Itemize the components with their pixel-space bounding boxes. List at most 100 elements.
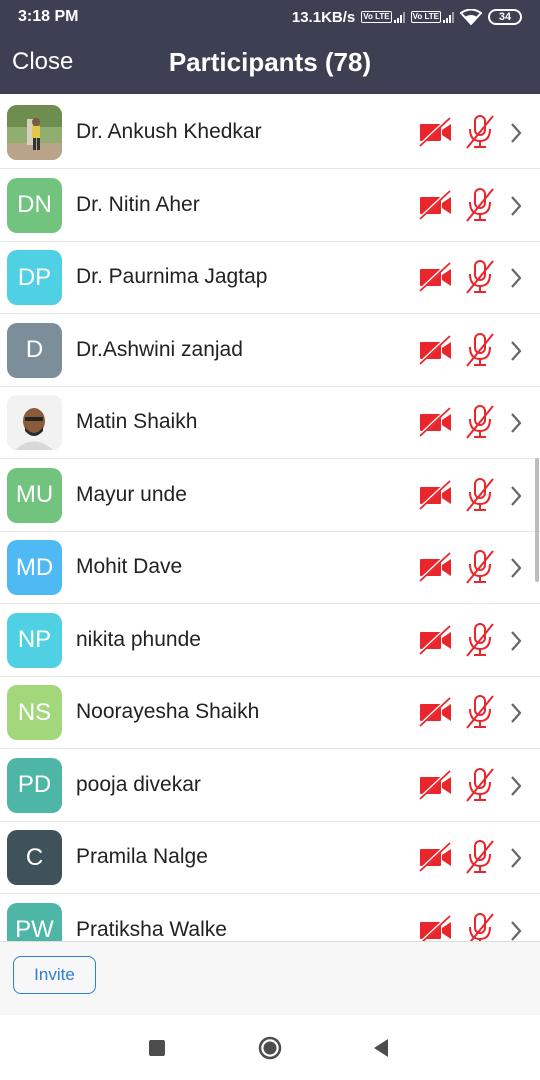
avatar-initials: MU [15, 481, 54, 508]
video-off-icon [418, 697, 451, 727]
home-icon[interactable] [258, 1036, 282, 1060]
wifi-icon [460, 9, 482, 25]
avatar: PD [7, 757, 62, 813]
footer-bar: Invite [0, 941, 540, 1015]
avatar-initials: NS [17, 698, 52, 726]
avatar-initials: D [25, 336, 44, 363]
recents-icon[interactable] [149, 1040, 165, 1056]
avatar: D [7, 322, 62, 378]
participant-name: Dr. Paurnima Jagtap [76, 265, 268, 288]
avatar: C [7, 830, 62, 885]
avatar-initials: NP [17, 626, 52, 653]
chevron-right-icon[interactable] [507, 846, 525, 870]
avatar: DN [7, 177, 62, 233]
participant-row[interactable]: DN Dr. Nitin Aher [0, 169, 540, 242]
participant-name: Pramila Nalge [76, 845, 208, 868]
participant-row[interactable]: NP nikita phunde [0, 604, 540, 677]
video-off-icon [418, 334, 451, 365]
video-off-icon [418, 624, 451, 655]
participant-row[interactable]: D Dr.Ashwini zanjad [0, 314, 540, 387]
scrollbar[interactable] [535, 458, 539, 582]
signal-icon: Vo LTE [361, 11, 405, 23]
chevron-right-icon[interactable] [507, 919, 525, 942]
video-off-icon [418, 407, 451, 437]
chevron-right-icon[interactable] [507, 339, 525, 363]
chevron-right-icon[interactable] [507, 629, 525, 653]
video-off-icon [418, 262, 451, 292]
participant-row[interactable]: MU Mayur unde [0, 459, 540, 532]
chevron-right-icon[interactable] [507, 266, 525, 290]
chevron-right-icon[interactable] [507, 484, 525, 508]
participant-row[interactable]: C Pramila Nalge [0, 822, 540, 894]
video-off-icon [418, 479, 451, 510]
avatar: PW [7, 902, 62, 941]
mic-muted-icon [466, 622, 494, 657]
avatar-initials: DN [17, 191, 52, 218]
video-off-icon [418, 117, 451, 147]
mic-muted-icon [466, 405, 494, 439]
mic-muted-icon [466, 840, 494, 874]
mic-muted-icon [466, 477, 494, 512]
avatar-photo [7, 105, 62, 160]
participant-row[interactable]: NS Noorayesha Shaikh [0, 677, 540, 749]
video-off-icon [418, 552, 451, 582]
video-off-icon [418, 189, 451, 220]
mic-muted-icon [466, 767, 494, 802]
video-off-icon [419, 914, 451, 941]
chevron-right-icon[interactable] [507, 556, 525, 580]
mic-muted-icon [466, 695, 494, 729]
avatar: NP [7, 612, 62, 668]
participant-name: Noorayesha Shaikh [76, 700, 260, 723]
system-nav-bar [0, 1015, 540, 1080]
mic-muted-icon [466, 332, 494, 367]
participant-row[interactable]: PW Pratiksha Walke [0, 894, 540, 942]
chevron-right-icon[interactable] [507, 121, 525, 145]
participant-name: Mayur unde [76, 482, 187, 506]
avatar-initials: PD [17, 771, 52, 798]
avatar [7, 105, 62, 160]
participant-list[interactable]: Dr. Ankush Khedkar DN Dr. Nitin Aher DP Dr. … [0, 97, 540, 941]
chevron-right-icon[interactable] [507, 194, 525, 218]
avatar: MD [7, 540, 62, 595]
mic-muted-icon [469, 912, 494, 941]
avatar-initials: PW [15, 916, 54, 941]
participant-name: Dr.Ashwini zanjad [76, 337, 243, 361]
chevron-right-icon[interactable] [507, 411, 525, 435]
participant-name: Mohit Dave [76, 555, 183, 578]
avatar: NS [7, 685, 62, 740]
participant-row[interactable]: DP Dr. Paurnima Jagtap [0, 242, 540, 314]
participant-row[interactable]: PD pooja divekar [0, 749, 540, 822]
participant-name: Dr. Ankush Khedkar [76, 120, 262, 143]
header-bar: 3:18 PM 13.1KB/s Vo LTE Vo LTE 34 Close … [0, 0, 540, 94]
mic-muted-icon [466, 260, 494, 294]
participant-name: Matin Shaikh [76, 410, 198, 433]
mic-muted-icon [466, 550, 494, 584]
participant-name: pooja divekar [76, 772, 201, 796]
chevron-right-icon[interactable] [507, 774, 525, 798]
avatar: DP [7, 250, 62, 305]
avatar-initials: DP [17, 263, 52, 291]
mic-muted-icon [466, 115, 494, 149]
participant-name: nikita phunde [76, 627, 201, 651]
participant-row[interactable]: Dr. Ankush Khedkar [0, 97, 540, 169]
avatar-initials: MD [15, 553, 54, 581]
participant-row[interactable]: MD Mohit Dave [0, 532, 540, 604]
video-off-icon [418, 769, 451, 800]
battery-icon: 34 [488, 9, 522, 25]
avatar-initials: C [25, 843, 44, 871]
net-speed: 13.1KB/s [291, 8, 356, 26]
participant-name: Dr. Nitin Aher [76, 192, 200, 216]
avatar-photo [7, 395, 62, 450]
back-icon[interactable] [372, 1038, 390, 1058]
invite-button[interactable]: Invite [13, 956, 96, 994]
video-off-icon [418, 842, 451, 872]
avatar [7, 395, 62, 450]
mic-muted-icon [466, 187, 494, 222]
participant-row[interactable]: Matin Shaikh [0, 387, 540, 459]
avatar: MU [7, 467, 62, 523]
status-time: 3:18 PM [18, 8, 79, 25]
page-title: Participants (78) [168, 47, 372, 77]
signal-icon: Vo LTE [410, 11, 454, 23]
chevron-right-icon[interactable] [507, 701, 525, 725]
status-icons: 13.1KB/s Vo LTE Vo LTE 34 [292, 9, 522, 26]
